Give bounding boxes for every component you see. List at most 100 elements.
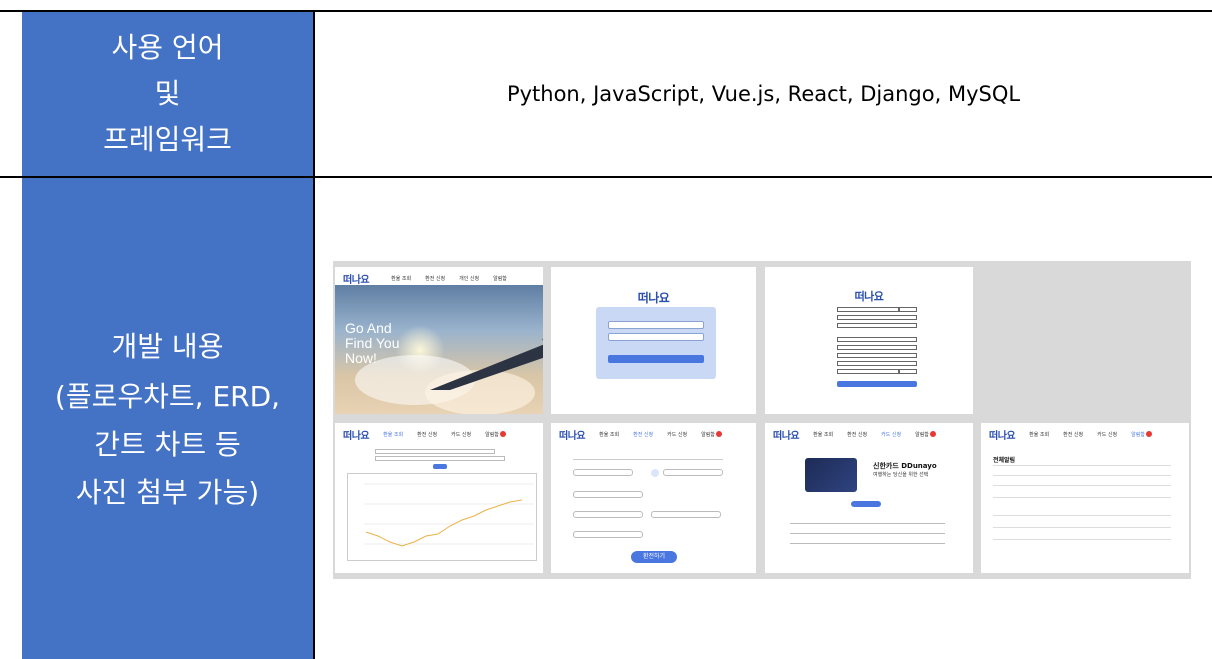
notification-row bbox=[993, 485, 1171, 486]
mini-nav: 떠나요 환율 조회 환전 신청 카드 신청 알림함 bbox=[981, 423, 1189, 445]
notification-dot bbox=[929, 431, 936, 437]
currency-select[interactable] bbox=[375, 449, 495, 454]
nav-item: 카드 신청 bbox=[881, 431, 902, 438]
signup-field[interactable] bbox=[837, 307, 899, 312]
nav-item: 알림함 bbox=[1131, 431, 1145, 438]
screenshot-notifications: 떠나요 환율 조회 환전 신청 카드 신청 알림함 전체알림 bbox=[981, 423, 1189, 573]
currency-to[interactable] bbox=[663, 469, 723, 476]
mini-nav: 떠나요 환율 조회 환전 신청 카드 신청 알림함 bbox=[765, 423, 973, 445]
signup-field[interactable] bbox=[837, 315, 917, 320]
label-development-content: 개발 내용 (플로우차트, ERD, 간트 차트 등 사진 첨부 가능) bbox=[22, 178, 313, 659]
nav-item: 개인 신청 bbox=[459, 275, 480, 282]
slogan-line: Find You bbox=[345, 335, 400, 351]
login-logo-wrap: 떠나요 bbox=[551, 287, 756, 306]
notification-row bbox=[993, 539, 1171, 540]
screenshot-home: 떠나요 환율 조회 환전 신청 개인 신청 알림함 Go And Find Yo… bbox=[335, 267, 543, 414]
account-field[interactable] bbox=[573, 511, 643, 518]
signup-field[interactable] bbox=[837, 345, 917, 350]
languages-value: Python, JavaScript, Vue.js, React, Djang… bbox=[506, 82, 1021, 106]
rate-line-chart bbox=[364, 483, 534, 547]
notification-dot bbox=[1145, 431, 1152, 437]
search-button[interactable] bbox=[433, 464, 447, 469]
hero-slogan: Go And Find You Now! bbox=[345, 321, 400, 366]
signup-field[interactable] bbox=[837, 369, 899, 374]
login-form bbox=[596, 307, 716, 379]
signup-submit-button[interactable] bbox=[837, 381, 917, 387]
hero-image: Go And Find You Now! bbox=[335, 285, 543, 414]
nav-item: 환율 조회 bbox=[1029, 431, 1050, 438]
logo: 떠나요 bbox=[559, 430, 586, 442]
logo: 떠나요 bbox=[989, 430, 1016, 442]
screenshot-exchange: 떠나요 환율 조회 환전 신청 카드 신청 알림함 환전하기 bbox=[551, 423, 756, 573]
mini-nav: 떠나요 환율 조회 환전 신청 카드 신청 알림함 bbox=[335, 423, 543, 445]
slogan-line: Go And bbox=[345, 320, 392, 336]
notification-row bbox=[993, 515, 1171, 516]
divider bbox=[573, 459, 723, 460]
nav-item: 카드 신청 bbox=[451, 431, 472, 438]
notification-row bbox=[993, 465, 1171, 466]
accordion-divider bbox=[790, 543, 945, 544]
nav-item: 환율 조회 bbox=[383, 431, 404, 438]
date-field[interactable] bbox=[573, 531, 643, 538]
nav-item: 환전 신청 bbox=[847, 431, 868, 438]
accordion-divider bbox=[790, 533, 945, 534]
nav-item: 환율 조회 bbox=[813, 431, 834, 438]
nav-item: 환전 신청 bbox=[633, 431, 654, 438]
nav-item: 환율 조회 bbox=[391, 275, 412, 282]
logo: 떠나요 bbox=[343, 274, 370, 286]
nav-item: 환전 신청 bbox=[1063, 431, 1084, 438]
notification-dot bbox=[715, 431, 722, 437]
screenshot-card: 떠나요 환율 조회 환전 신청 카드 신청 알림함 신한카드 DDunayo 여… bbox=[765, 423, 973, 573]
info-table: 사용 언어 및 프레임워크 Python, JavaScript, Vue.js… bbox=[0, 0, 1212, 659]
nav-item: 환율 조회 bbox=[599, 431, 620, 438]
label-line: 프레임워크 bbox=[103, 123, 232, 156]
slogan-line: Now! bbox=[345, 350, 377, 366]
password-field[interactable] bbox=[608, 333, 704, 341]
screenshot-signup: 떠나요 bbox=[765, 267, 973, 414]
rate-chart bbox=[347, 473, 537, 561]
screenshot-rate-chart: 떠나요 환율 조회 환전 신청 카드 신청 알림함 bbox=[335, 423, 543, 573]
logo: 떠나요 bbox=[343, 430, 370, 442]
duplicate-check-button[interactable] bbox=[899, 307, 917, 312]
label-line: 개발 내용 bbox=[111, 329, 224, 363]
card-title: 신한카드 DDunayo bbox=[873, 462, 937, 470]
exchange-submit-button[interactable]: 환전하기 bbox=[631, 551, 677, 563]
verify-button[interactable] bbox=[899, 369, 917, 374]
screenshot-login: 떠나요 bbox=[551, 267, 756, 414]
signup-field[interactable] bbox=[837, 337, 917, 342]
nav-item: 카드 신청 bbox=[1097, 431, 1118, 438]
swap-icon[interactable] bbox=[651, 469, 659, 477]
credit-card-image bbox=[805, 458, 857, 492]
signup-field[interactable] bbox=[837, 361, 917, 366]
logo: 떠나요 bbox=[854, 290, 884, 303]
notification-dot bbox=[499, 431, 506, 437]
nav-item: 알림함 bbox=[485, 431, 499, 438]
notification-row bbox=[993, 497, 1171, 498]
mini-nav: 떠나요 환율 조회 환전 신청 카드 신청 알림함 bbox=[551, 423, 756, 445]
nav-item: 알림함 bbox=[493, 275, 507, 282]
card-subtitle: 여행하는 당신을 위한 선택 bbox=[873, 472, 929, 478]
screenshot-gallery: 떠나요 환율 조회 환전 신청 개인 신청 알림함 Go And Find Yo… bbox=[333, 261, 1191, 579]
signup-field[interactable] bbox=[837, 353, 917, 358]
date-range[interactable] bbox=[375, 456, 505, 461]
airplane-wing-icon bbox=[430, 338, 543, 390]
label-line: 간트 차트 등 bbox=[94, 427, 241, 461]
label-line: 사용 언어 bbox=[111, 31, 224, 64]
signup-field[interactable] bbox=[837, 323, 917, 328]
currency-from[interactable] bbox=[573, 469, 633, 476]
notification-row bbox=[993, 475, 1171, 476]
label-line: (플로우차트, ERD, bbox=[54, 379, 281, 413]
notifications-title: 전체알림 bbox=[993, 457, 1016, 464]
branch-select[interactable] bbox=[573, 491, 643, 498]
logo: 떠나요 bbox=[773, 430, 800, 442]
label-line: 및 bbox=[154, 77, 181, 110]
signup-logo-wrap: 떠나요 bbox=[765, 285, 973, 304]
label-languages-frameworks: 사용 언어 및 프레임워크 bbox=[22, 12, 313, 176]
nav-item: 카드 신청 bbox=[667, 431, 688, 438]
notification-row bbox=[993, 527, 1171, 528]
apply-card-button[interactable] bbox=[851, 501, 881, 507]
account-field[interactable] bbox=[651, 511, 721, 518]
id-field[interactable] bbox=[608, 321, 704, 329]
nav-item: 환전 신청 bbox=[425, 275, 446, 282]
login-button[interactable] bbox=[608, 355, 704, 363]
